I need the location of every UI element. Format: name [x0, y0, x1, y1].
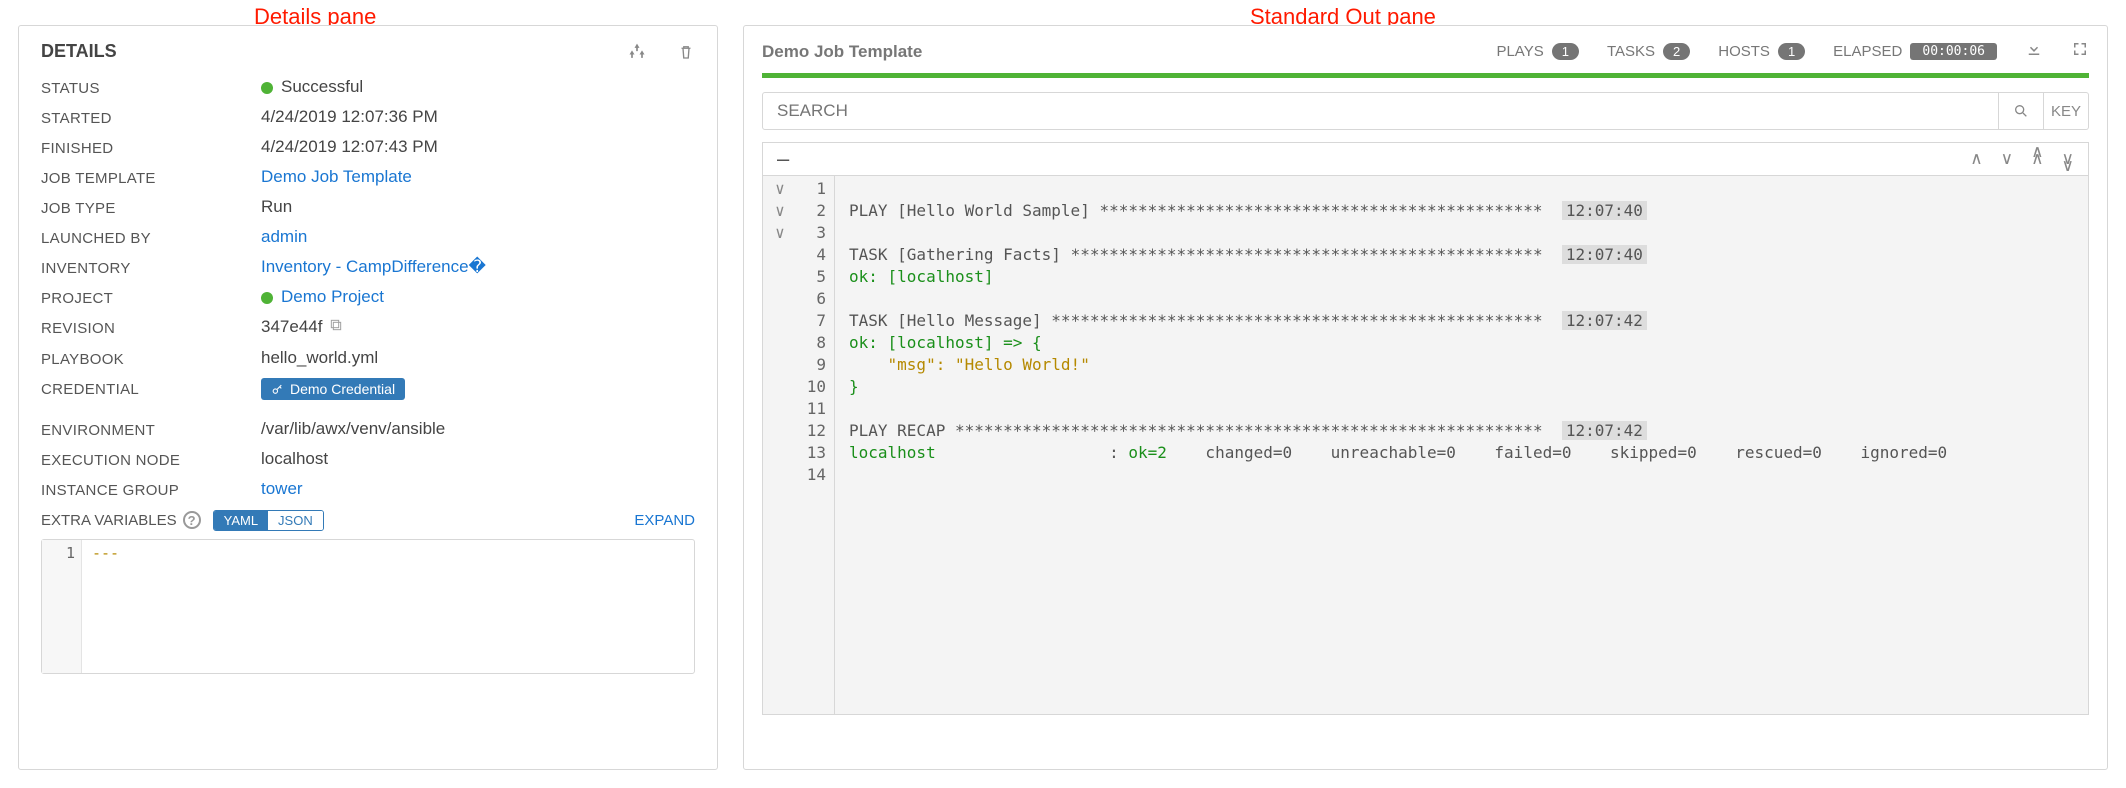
plays-badge: 1 [1552, 43, 1579, 60]
tasks-badge: 2 [1663, 43, 1690, 60]
link-project[interactable]: Demo Project [281, 287, 384, 306]
fold-column[interactable]: ∨∨∨ [763, 176, 797, 714]
project-dot [261, 292, 273, 304]
label-inventory: INVENTORY [41, 257, 261, 277]
relaunch-icon[interactable] [627, 42, 647, 62]
credential-pill[interactable]: Demo Credential [261, 378, 405, 400]
details-rows: STATUS Successful STARTED4/24/2019 12:07:… [41, 72, 695, 504]
value-finished: 4/24/2019 12:07:43 PM [261, 137, 438, 157]
nav-up-icon[interactable]: ∧ [1970, 149, 1982, 169]
expand-link[interactable]: EXPAND [634, 512, 695, 529]
link-instance-group[interactable]: tower [261, 479, 303, 498]
label-launched-by: LAUNCHED BY [41, 227, 261, 247]
plays-label: PLAYS [1496, 43, 1543, 60]
value-execution-node: localhost [261, 449, 328, 469]
download-icon[interactable] [2025, 40, 2043, 63]
details-pane: DETAILS STATUS Successful STARTED4/24/201… [18, 25, 718, 770]
details-title: DETAILS [41, 41, 597, 62]
elapsed-label: ELAPSED [1833, 43, 1902, 60]
tasks-label: TASKS [1607, 43, 1655, 60]
label-job-template: JOB TEMPLATE [41, 167, 261, 187]
editor-gutter: 1 [42, 540, 82, 673]
hosts-badge: 1 [1778, 43, 1805, 60]
copy-icon[interactable] [328, 317, 344, 338]
toggle-yaml[interactable]: YAML [214, 511, 268, 530]
extra-vars-editor[interactable]: 1 --- [41, 539, 695, 674]
link-job-template[interactable]: Demo Job Template [261, 167, 412, 186]
nav-down-icon[interactable]: ∨ [2001, 149, 2013, 169]
key-button[interactable]: KEY [2044, 92, 2089, 130]
label-credential: CREDENTIAL [41, 378, 261, 398]
label-playbook: PLAYBOOK [41, 348, 261, 368]
hosts-label: HOSTS [1718, 43, 1770, 60]
value-environment: /var/lib/awx/venv/ansible [261, 419, 445, 439]
label-extra-variables: EXTRA VARIABLES [41, 512, 177, 529]
status-dot [261, 82, 273, 94]
linenum-column: 1234567891011121314 [797, 176, 835, 714]
editor-body[interactable]: --- [82, 540, 129, 673]
value-revision: 347e44f [261, 317, 322, 336]
value-playbook: hello_world.yml [261, 348, 378, 368]
expand-icon[interactable] [2071, 40, 2089, 63]
search-icon[interactable] [1999, 92, 2044, 130]
label-revision: REVISION [41, 317, 261, 337]
log-toolbar: – ∧ ∨ ∧∧ ∨∨ [762, 142, 2089, 175]
label-execution-node: EXECUTION NODE [41, 449, 261, 469]
code-column[interactable]: PLAY [Hello World Sample] **************… [835, 176, 2088, 714]
stdout-pane: Demo Job Template PLAYS 1 TASKS 2 HOSTS 1 E… [743, 25, 2108, 770]
label-job-type: JOB TYPE [41, 197, 261, 217]
label-environment: ENVIRONMENT [41, 419, 261, 439]
status-value: Successful [281, 77, 363, 96]
toggle-json[interactable]: JSON [268, 511, 323, 530]
help-icon[interactable]: ? [183, 511, 201, 529]
nav-top-icon[interactable]: ∧∧ [2031, 149, 2043, 169]
yaml-json-toggle[interactable]: YAML JSON [213, 510, 324, 531]
value-job-type: Run [261, 197, 292, 217]
stdout-title: Demo Job Template [762, 42, 1496, 62]
link-launched-by[interactable]: admin [261, 227, 307, 246]
collapse-all-icon[interactable]: – [777, 152, 1970, 166]
nav-bottom-icon[interactable]: ∨∨ [2062, 149, 2074, 169]
progress-bar [762, 73, 2089, 78]
label-project: PROJECT [41, 287, 261, 307]
label-instance-group: INSTANCE GROUP [41, 479, 261, 499]
search-input[interactable] [762, 92, 1999, 130]
elapsed-badge: 00:00:06 [1910, 43, 1997, 60]
value-started: 4/24/2019 12:07:36 PM [261, 107, 438, 127]
delete-icon[interactable] [677, 42, 695, 62]
root: DETAILS STATUS Successful STARTED4/24/201… [0, 0, 2126, 788]
label-status: STATUS [41, 77, 261, 97]
label-started: STARTED [41, 107, 261, 127]
link-inventory[interactable]: Inventory - CampDifference� [261, 257, 486, 276]
label-finished: FINISHED [41, 137, 261, 157]
log-output[interactable]: ∨∨∨ 1234567891011121314 PLAY [Hello Worl… [762, 175, 2089, 715]
